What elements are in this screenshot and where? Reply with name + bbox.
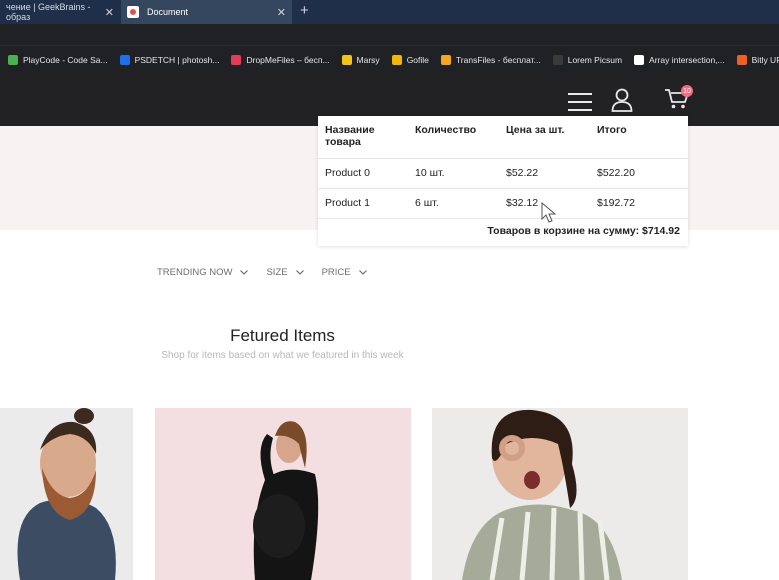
table-row: Product 0 10 шт. $52.22 $522.20 (318, 158, 688, 189)
filter-price[interactable]: PRICE (322, 267, 367, 278)
cell-product-name: Product 0 (318, 158, 408, 189)
bookmark-icon (341, 55, 352, 65)
woman-photo-image (462, 409, 622, 580)
bookmark-icon (391, 55, 402, 65)
bookmark-transfiles[interactable]: TransFiles - бесплат... (440, 55, 541, 65)
bookmark-dropmefiles[interactable]: DropMeFiles – бесп... (231, 55, 330, 65)
bookmark-label: PSDETCH | photosh... (134, 55, 220, 65)
bookmark-icon (736, 55, 747, 65)
bookmark-icon (440, 55, 451, 65)
filter-size[interactable]: SIZE (266, 267, 304, 278)
man-photo-image (17, 408, 116, 580)
menu-icon[interactable] (568, 93, 592, 111)
bookmark-label: DropMeFiles – бесп... (246, 55, 330, 65)
bookmark-bitly[interactable]: Bitly URL Sh (736, 55, 779, 65)
product-card-image[interactable] (0, 408, 133, 580)
cart-table: Название товара Количество Цена за шт. И… (318, 120, 688, 219)
bookmarks-bar: PlayCode - Code Sa... PSDETCH | photosh.… (0, 46, 779, 74)
column-header-name: Название товара (318, 120, 408, 159)
tab-label: чение | GeekBrains - образ (6, 2, 91, 22)
new-tab-button[interactable]: + (300, 2, 309, 19)
bookmark-label: PlayCode - Code Sa... (23, 55, 108, 65)
tab-geekbrains[interactable]: чение | GeekBrains - образ ✕ (0, 0, 120, 24)
bookmark-playcode[interactable]: PlayCode - Code Sa... (8, 55, 108, 65)
cart-count-badge: 10 (681, 85, 693, 97)
bookmark-gofile[interactable]: Gofile (391, 55, 429, 65)
woman-photo-image (253, 421, 319, 580)
cell-total: $192.72 (590, 188, 688, 219)
chevron-down-icon (240, 270, 249, 275)
filter-label: TRENDING NOW (157, 267, 233, 278)
filter-label: PRICE (321, 267, 351, 278)
chevron-down-icon (295, 270, 304, 275)
cart-total-label: Товаров в корзине на сумму: $714.92 (487, 225, 680, 237)
cell-quantity: 6 шт. (408, 188, 499, 219)
bookmark-label: TransFiles - бесплат... (455, 55, 541, 65)
address-bar-area (0, 24, 779, 46)
cell-price: $52.22 (499, 158, 590, 189)
close-icon[interactable]: ✕ (105, 6, 114, 19)
column-header-price: Цена за шт. (499, 120, 590, 159)
bookmark-icon (634, 55, 645, 65)
bookmark-label: Array intersection,... (649, 55, 725, 65)
bookmark-icon (231, 55, 242, 65)
bookmark-label: Marsy (356, 55, 380, 65)
tab-label: Document (147, 7, 189, 17)
bookmark-icon (552, 55, 563, 65)
featured-title: Fetured Items (230, 326, 335, 345)
close-icon[interactable]: ✕ (277, 6, 286, 19)
product-card-image[interactable] (155, 408, 411, 580)
tab-document[interactable]: Document ✕ (121, 0, 292, 24)
bookmark-lorem-picsum[interactable]: Lorem Picsum (552, 55, 623, 65)
bookmark-label: Gofile (406, 55, 429, 65)
cell-quantity: 10 шт. (408, 158, 499, 189)
document-favicon-icon (127, 6, 139, 18)
mouse-cursor-icon (541, 202, 557, 223)
bookmark-label: Bitly URL Sh (751, 55, 779, 65)
filter-label: SIZE (266, 267, 288, 278)
table-row: Product 1 6 шт. $32.12 $192.72 (318, 188, 688, 219)
bookmark-label: Lorem Picsum (567, 55, 623, 65)
user-icon[interactable] (611, 88, 633, 112)
cell-total: $522.20 (590, 158, 688, 189)
column-header-quantity: Количество (408, 120, 499, 159)
featured-subtitle: Shop for items based on what we featured… (161, 350, 404, 361)
column-header-total: Итого (590, 120, 688, 159)
product-card-image[interactable] (432, 408, 688, 580)
cell-product-name: Product 1 (318, 188, 408, 219)
bookmark-marsy[interactable]: Marsy (341, 55, 380, 65)
filter-trending-now[interactable]: TRENDING NOW (157, 267, 249, 278)
bookmark-icon (119, 55, 130, 65)
bookmark-psdetch[interactable]: PSDETCH | photosh... (119, 55, 220, 65)
cart-table-header: Название товара Количество Цена за шт. И… (318, 120, 688, 159)
cart-popup: Название товара Количество Цена за шт. И… (318, 116, 688, 246)
bookmark-icon (8, 55, 18, 65)
browser-tab-bar: чение | GeekBrains - образ ✕ Document ✕ … (0, 0, 779, 24)
filter-bar: TRENDING NOW SIZE PRICE (157, 267, 367, 278)
bookmark-array-intersection[interactable]: Array intersection,... (634, 55, 725, 65)
chevron-down-icon (358, 270, 367, 275)
